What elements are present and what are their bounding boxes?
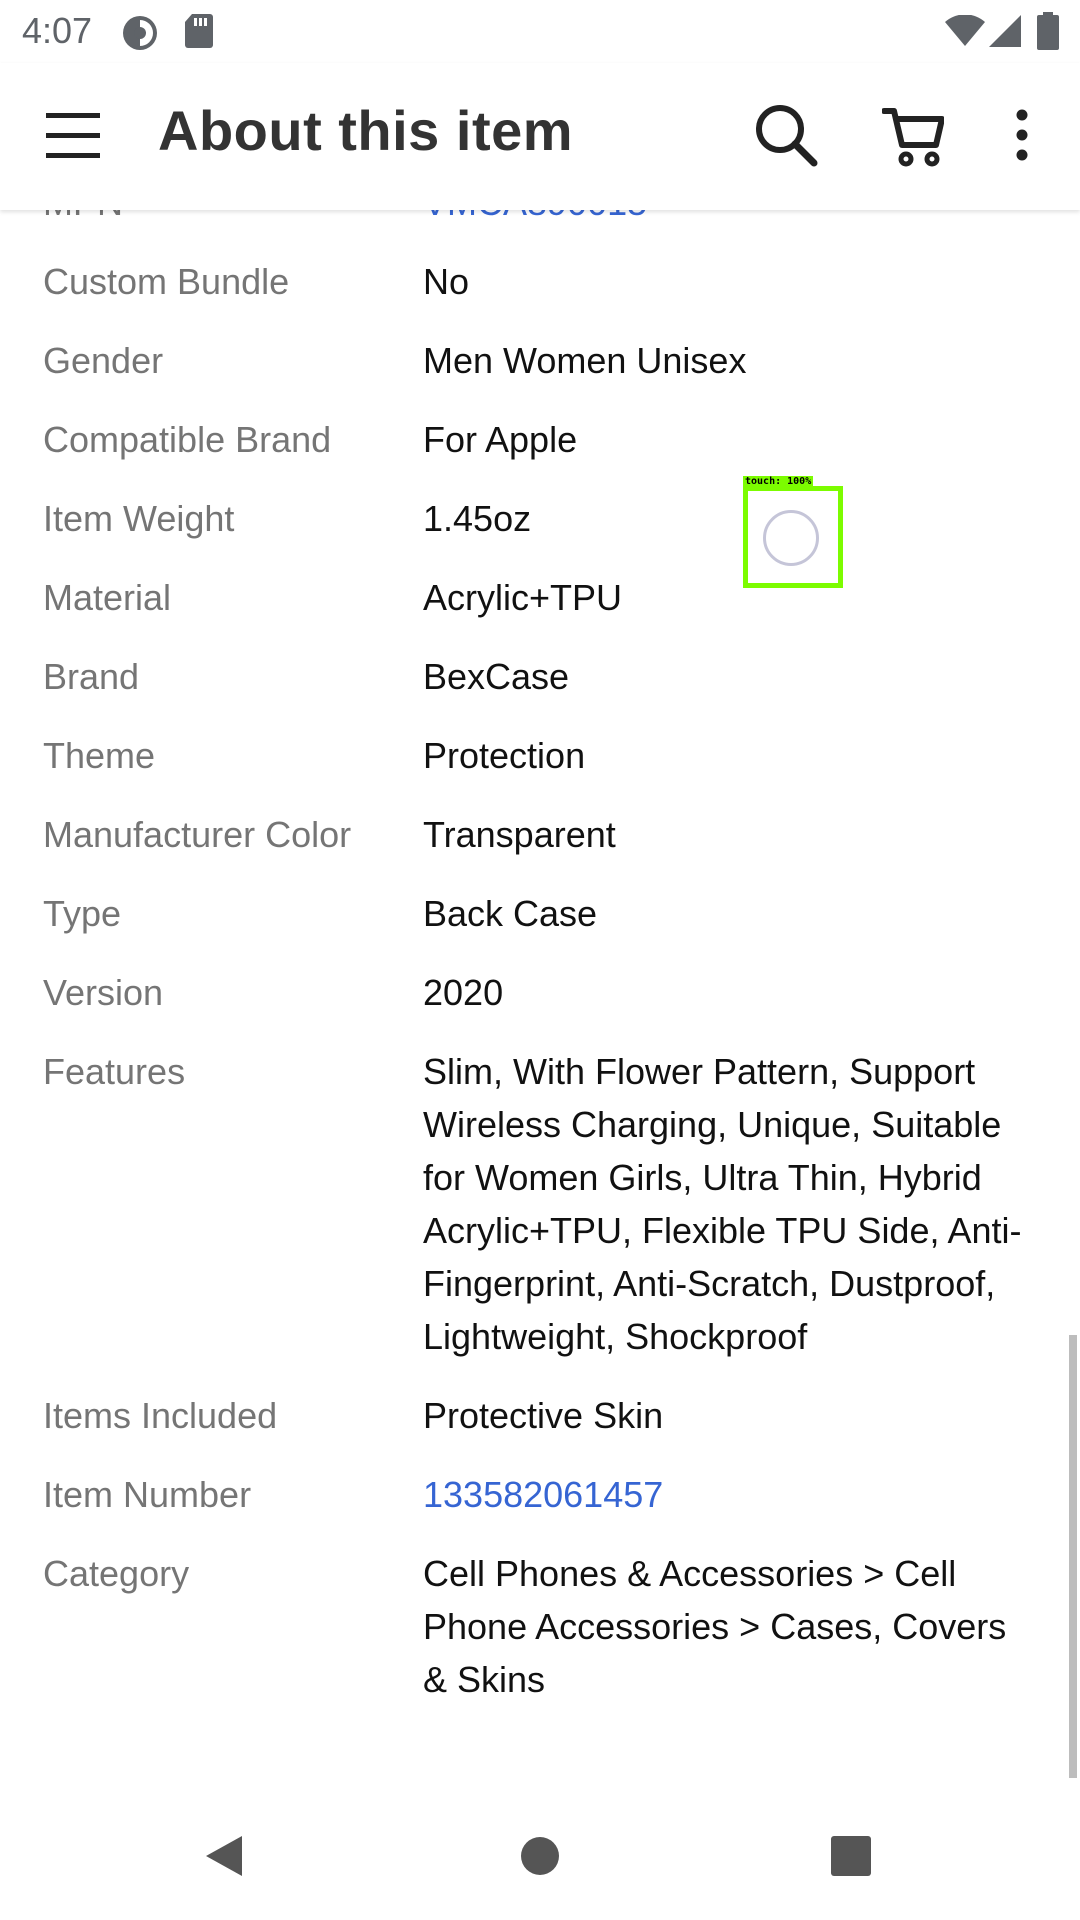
page-title: About this item xyxy=(158,99,574,162)
app-bar: About this item xyxy=(0,63,1080,210)
status-time: 4:07 xyxy=(22,10,93,51)
spec-label: Material xyxy=(43,577,172,618)
spec-row: Brand BexCase xyxy=(0,639,1080,718)
spec-label: Gender xyxy=(43,340,164,381)
spec-row: Theme Protection xyxy=(0,718,1080,797)
spec-list: MPNVMCA890015 Custom Bundle No Gender Men Wo… xyxy=(0,210,1080,1721)
spec-label: Manufacturer Color xyxy=(43,814,352,855)
spec-label: Type xyxy=(43,893,122,934)
spec-value: Protection xyxy=(423,735,586,776)
spec-row: Custom Bundle No xyxy=(0,244,1080,323)
status-bar: 4:07 xyxy=(0,0,1080,63)
spec-value: Back Case xyxy=(423,893,598,934)
spec-row: MPNVMCA890015 xyxy=(0,210,1080,244)
spec-row: Gender Men Women Unisex xyxy=(0,323,1080,402)
touch-label: touch: 100% xyxy=(743,476,814,487)
spec-row: Version 2020 xyxy=(0,955,1080,1034)
spec-label: Items Included xyxy=(43,1395,278,1436)
screen: 4:07 About this item Custom Bundle No Ge… xyxy=(0,0,1080,1920)
cell-signal-icon xyxy=(988,14,1022,53)
menu-icon[interactable] xyxy=(46,111,100,166)
spec-value: Cell Phones & Accessories > Cell Phone A… xyxy=(423,1553,1007,1700)
spec-value: 2020 xyxy=(423,972,504,1013)
spec-value: For Apple xyxy=(423,419,578,460)
touch-point-indicator xyxy=(763,510,819,566)
spec-label: MPN xyxy=(0,210,423,229)
spec-label: Custom Bundle xyxy=(43,261,290,302)
spec-row: Category Cell Phones & Accessories > Cell… xyxy=(0,1536,1080,1721)
search-icon[interactable] xyxy=(754,103,818,172)
spec-label: Category xyxy=(43,1553,190,1594)
item-specifics[interactable]: MPNVMCA890015 Custom Bundle No Gender Men Wo… xyxy=(0,210,1080,1778)
spec-value: 1.45oz xyxy=(423,498,532,539)
spec-value-link[interactable]: 133582061457 xyxy=(423,1468,1033,1521)
spec-row: Material Acrylic+TPU xyxy=(0,560,1080,639)
scrollbar[interactable] xyxy=(1069,1335,1077,1790)
spec-value: Acrylic+TPU xyxy=(423,577,623,618)
spec-value: Transparent xyxy=(423,814,616,855)
more-vert-icon[interactable] xyxy=(1014,109,1030,166)
spec-row: Features Slim, With Flower Pattern, Suppo… xyxy=(0,1034,1080,1378)
home-icon[interactable] xyxy=(520,1836,560,1881)
spec-value: Men Women Unisex xyxy=(423,340,747,381)
spec-label: Compatible Brand xyxy=(43,419,332,460)
recents-icon[interactable] xyxy=(831,1836,871,1881)
spec-value: Slim, With Flower Pattern, Support Wirel… xyxy=(423,1051,1022,1357)
spec-label: Version xyxy=(43,972,164,1013)
cart-icon[interactable] xyxy=(881,105,945,172)
spec-row: Items Included Protective Skin xyxy=(0,1378,1080,1457)
wifi-icon xyxy=(944,14,986,52)
spec-row: Item Number 133582061457 xyxy=(0,1457,1080,1536)
spec-label: Item Weight xyxy=(43,498,235,539)
battery-icon xyxy=(1037,12,1059,55)
spec-row: Type Back Case xyxy=(0,876,1080,955)
spec-label: Item Number xyxy=(43,1474,252,1515)
spec-row: Manufacturer Color Transparent xyxy=(0,797,1080,876)
spec-label: Brand xyxy=(43,656,140,697)
spec-value: No xyxy=(423,261,470,302)
back-icon[interactable] xyxy=(204,1834,244,1883)
sd-card-icon xyxy=(184,13,214,54)
navigation-bar xyxy=(0,1778,1080,1920)
spec-value: Protective Skin xyxy=(423,1395,664,1436)
spec-value-link[interactable]: VMCA890015 xyxy=(423,210,1033,229)
spec-row: Compatible Brand For Apple xyxy=(0,402,1080,481)
data-saver-icon xyxy=(121,14,159,57)
spec-row: Item Weight 1.45oz xyxy=(0,481,1080,560)
spec-label: Theme xyxy=(43,735,156,776)
spec-value: BexCase xyxy=(423,656,570,697)
spec-label: Features xyxy=(43,1051,186,1092)
